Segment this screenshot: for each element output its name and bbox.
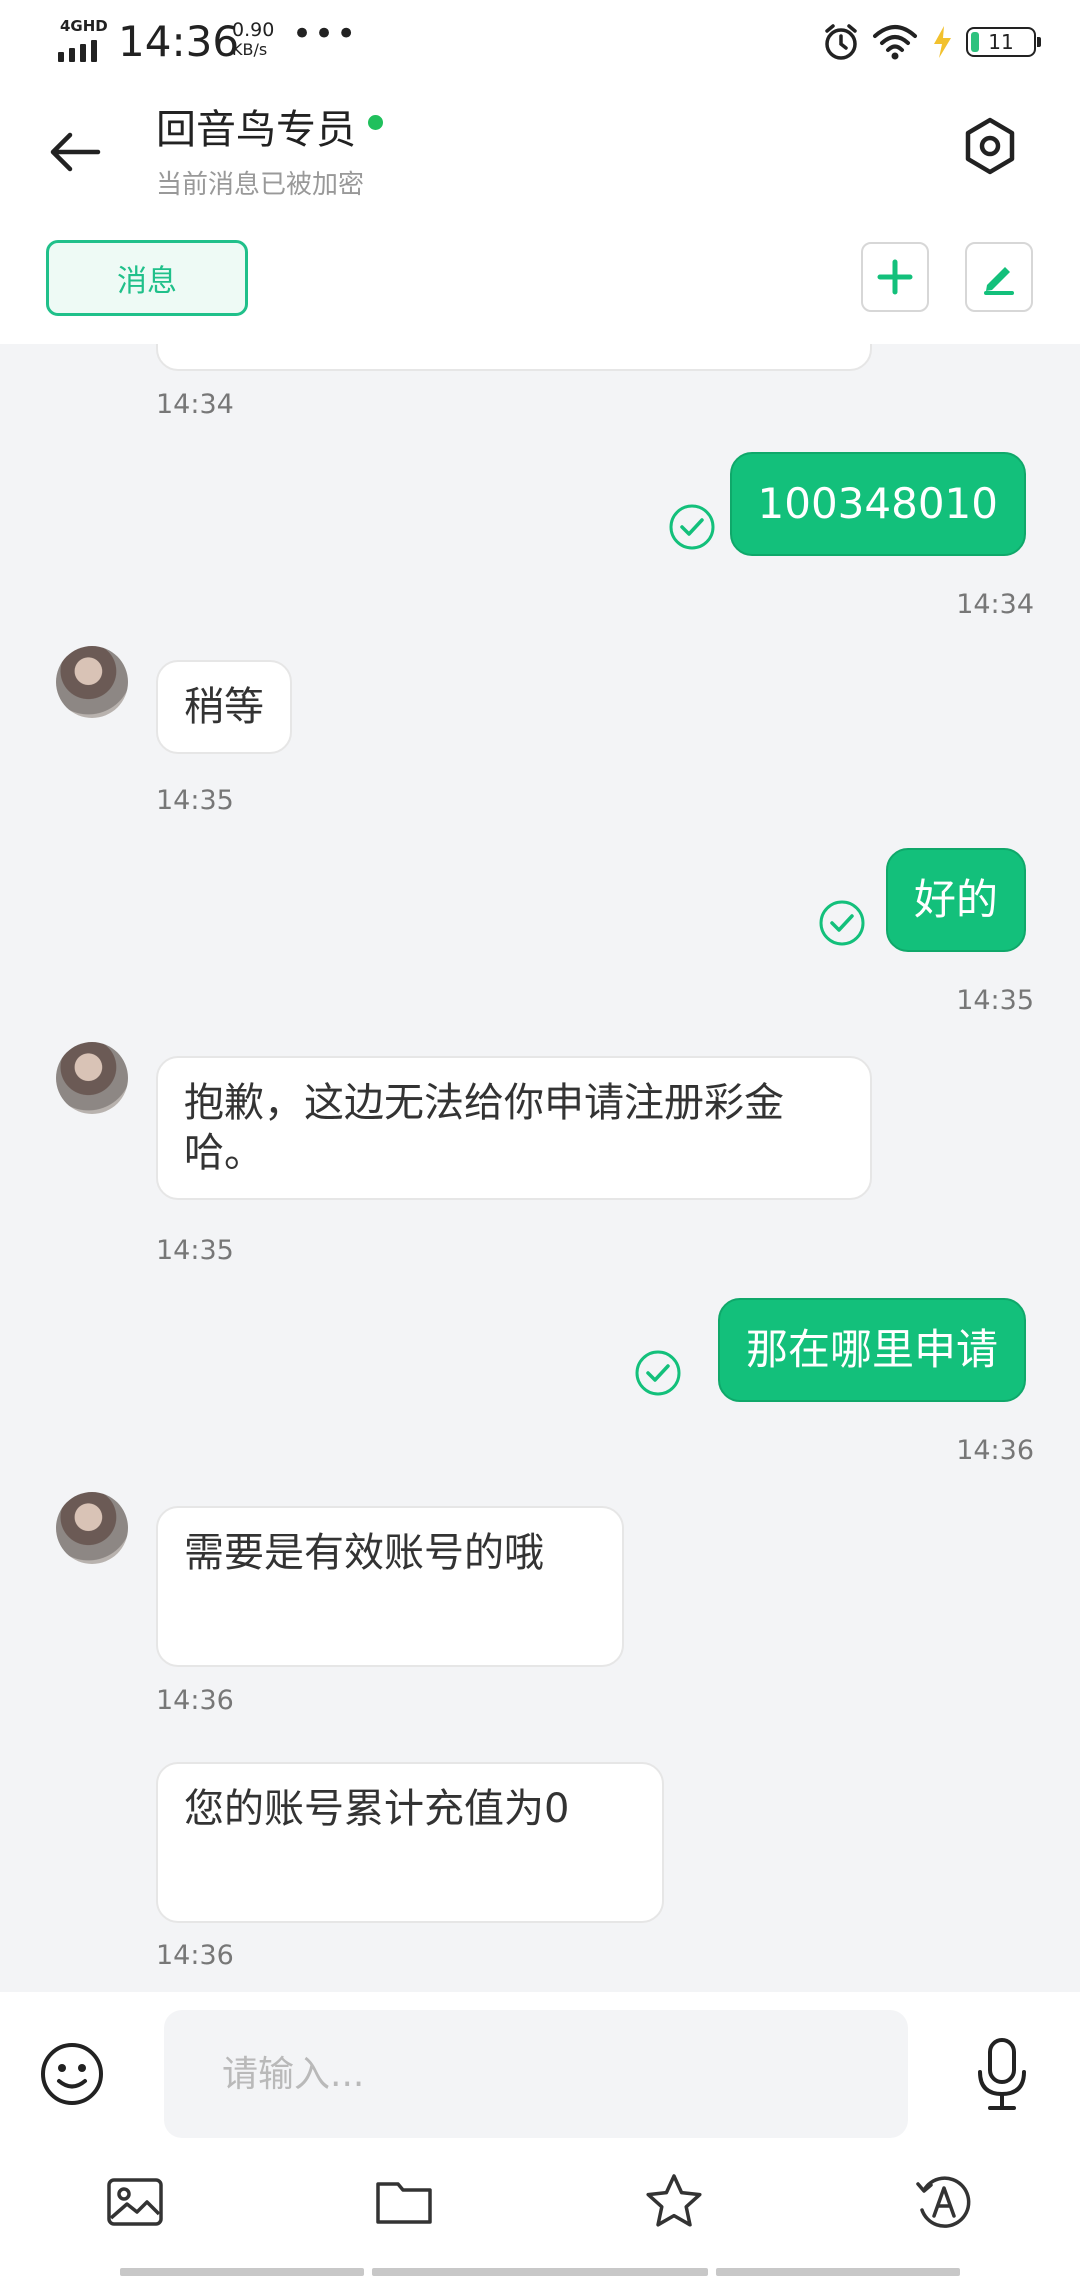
battery-level: 11 xyxy=(988,30,1014,54)
avatar[interactable] xyxy=(56,1042,128,1114)
status-bar: 4GHD 14:36 0.90 KB/s ••• 11 xyxy=(0,0,1080,84)
chat-header: 回音鸟专员 当前消息已被加密 消息 xyxy=(0,84,1080,344)
message-bubble-out: 好的 xyxy=(885,848,1026,952)
message-text: 好的 xyxy=(913,875,998,924)
battery-icon: 11 xyxy=(966,27,1041,57)
gesture-bar xyxy=(0,2268,1080,2280)
message-time: 14:34 xyxy=(156,389,234,420)
message-bubble-in: 稍等 xyxy=(156,660,292,754)
composer xyxy=(0,1992,1080,2280)
sent-check-icon xyxy=(819,900,865,946)
message-time: 14:36 xyxy=(956,1435,1034,1466)
message-time: 14:35 xyxy=(156,1235,234,1266)
status-time: 14:36 xyxy=(118,17,240,66)
smile-icon[interactable] xyxy=(38,2040,106,2108)
message-time: 14:35 xyxy=(956,985,1034,1016)
wifi-icon xyxy=(873,25,917,60)
message-time: 14:35 xyxy=(156,785,234,816)
message-bubble-in: 抱歉，这边无法给你申请注册彩金哈。 xyxy=(156,1056,872,1200)
message-bubble-in: 需要是有效账号的哦 xyxy=(156,1506,624,1667)
image-icon[interactable] xyxy=(103,2170,167,2234)
star-icon[interactable] xyxy=(642,2170,706,2234)
auto-translate-icon[interactable] xyxy=(912,2170,976,2234)
network-type: 4GHD xyxy=(60,17,108,35)
plus-icon xyxy=(877,259,913,295)
message-bubble-out: 100348010 xyxy=(729,452,1026,556)
message-text: 需要是有效账号的哦 xyxy=(184,1530,544,1576)
message-time: 14:34 xyxy=(956,589,1034,620)
message-text: 稍等 xyxy=(184,684,264,730)
speed-value: 0.90 xyxy=(232,19,275,41)
message-text: 100348010 xyxy=(757,479,999,528)
add-button[interactable] xyxy=(861,242,929,312)
contact-title-row: 回音鸟专员 xyxy=(156,102,383,158)
tab-messages[interactable]: 消息 xyxy=(46,240,248,316)
message-bubble-in: 您的账号累计充值为0 xyxy=(156,1762,664,1923)
arrow-left-icon[interactable] xyxy=(44,120,108,184)
speed-unit: KB/s xyxy=(232,40,268,59)
sent-check-icon xyxy=(669,504,715,550)
message-bubble-in xyxy=(156,344,872,371)
online-status-dot xyxy=(368,114,383,130)
encryption-note: 当前消息已被加密 xyxy=(156,170,365,200)
charging-icon xyxy=(934,26,951,58)
folder-icon[interactable] xyxy=(372,2170,436,2234)
pen-icon xyxy=(984,267,1014,295)
status-icons: 11 xyxy=(822,20,1041,64)
message-text: 抱歉，这边无法给你申请注册彩金哈。 xyxy=(184,1080,784,1176)
message-input[interactable] xyxy=(164,2010,908,2138)
alarm-icon xyxy=(825,24,857,60)
sent-check-icon xyxy=(635,1350,681,1396)
avatar[interactable] xyxy=(56,646,128,718)
message-time: 14:36 xyxy=(156,1685,234,1716)
message-text: 您的账号累计充值为0 xyxy=(184,1786,570,1832)
network-speed: 0.90 KB/s xyxy=(232,20,292,60)
more-notifications-icon: ••• xyxy=(292,14,359,54)
cellular-signal-icon: 4GHD xyxy=(58,17,108,62)
message-list[interactable]: 14:34 100348010 14:34 稍等 14:35 好的 14:35 … xyxy=(0,344,1080,1992)
message-time: 14:36 xyxy=(156,1940,234,1971)
message-text: 那在哪里申请 xyxy=(745,1325,998,1374)
edit-button[interactable] xyxy=(965,242,1033,312)
hexagon-settings-icon[interactable] xyxy=(958,114,1022,178)
avatar[interactable] xyxy=(56,1492,128,1564)
message-bubble-out: 那在哪里申请 xyxy=(717,1298,1026,1402)
microphone-icon[interactable] xyxy=(970,2036,1034,2112)
contact-name: 回音鸟专员 xyxy=(156,107,356,153)
